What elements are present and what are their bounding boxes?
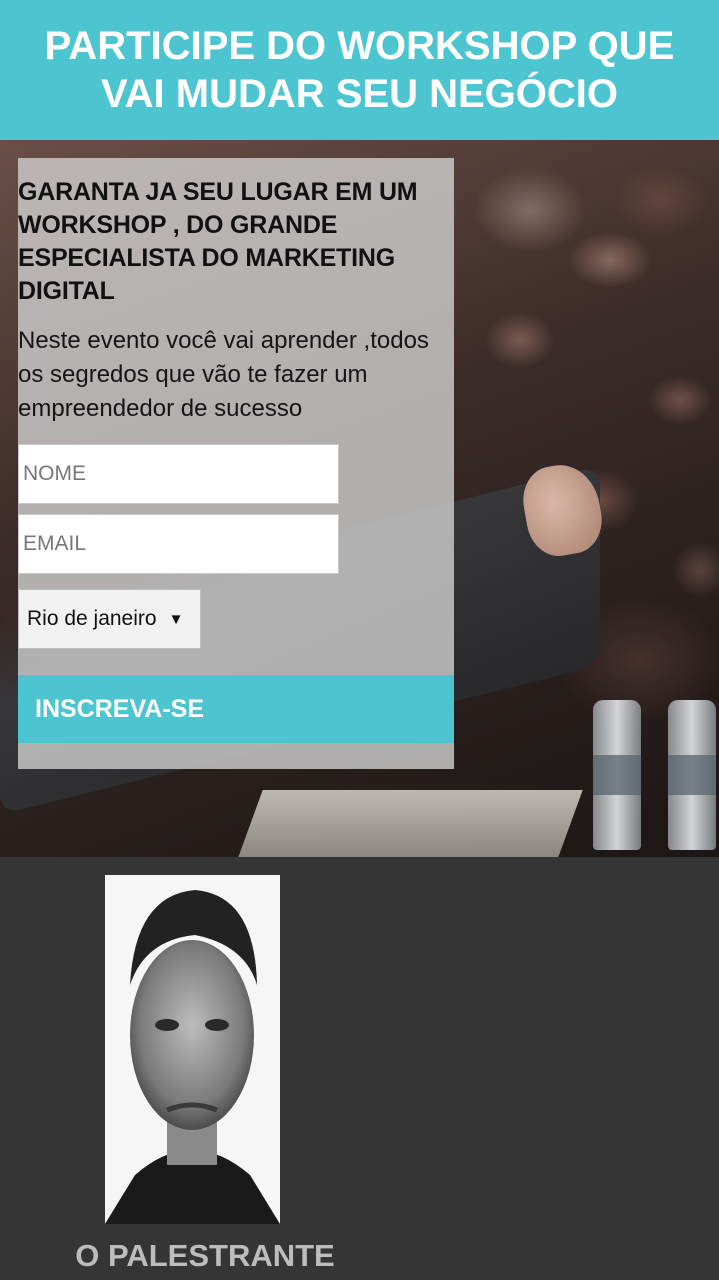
water-bottle (668, 700, 716, 850)
city-select[interactable]: Rio de janeiro ▼ (18, 589, 201, 649)
speaker-portrait-image (105, 875, 280, 1224)
signup-form: GARANTA JA SEU LUGAR EM UM WORKSHOP , DO… (18, 158, 454, 769)
email-input[interactable] (18, 514, 339, 574)
water-bottle (593, 700, 641, 850)
hero-section: GARANTA JA SEU LUGAR EM UM WORKSHOP , DO… (0, 140, 719, 857)
papers-on-desk (237, 790, 583, 857)
top-banner: PARTICIPE DO WORKSHOP QUE VAI MUDAR SEU … (0, 0, 719, 140)
form-heading: GARANTA JA SEU LUGAR EM UM WORKSHOP , DO… (18, 178, 418, 305)
name-input[interactable] (18, 444, 339, 504)
dropdown-arrow-icon: ▼ (168, 610, 184, 628)
subscribe-button[interactable]: INSCREVA-SE (18, 675, 454, 743)
city-select-value: Rio de janeiro (27, 607, 157, 630)
speaker-photo (105, 875, 280, 1224)
speaker-section-title: O PALESTRANTE (75, 1238, 335, 1273)
page-title: PARTICIPE DO WORKSHOP QUE VAI MUDAR SEU … (44, 24, 675, 116)
form-description: Neste evento você vai aprender ,todos os… (18, 327, 429, 422)
